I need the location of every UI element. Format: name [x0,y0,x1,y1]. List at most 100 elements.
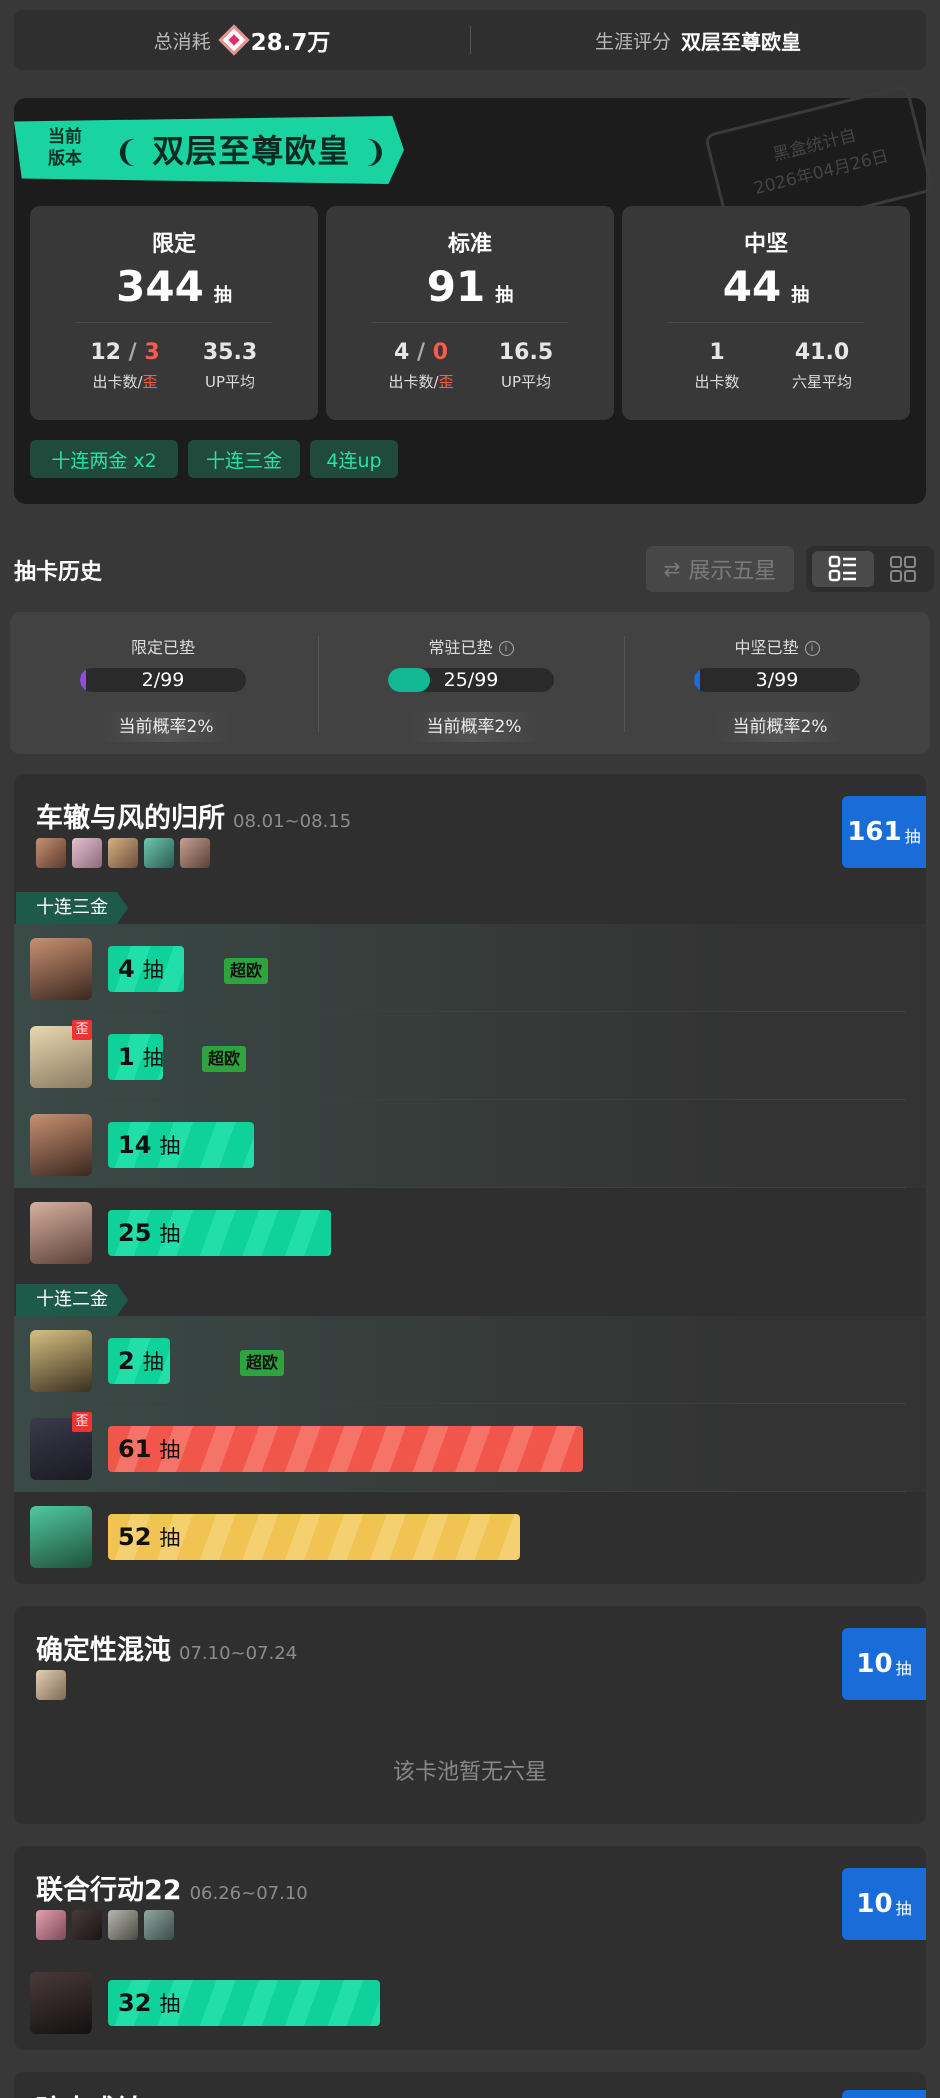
pull-row: 14 抽 [14,1100,926,1188]
pull-unit: 抽 [159,1134,181,1158]
pull-row: 歪 61 抽 [14,1404,926,1492]
cards-offrate-value: 3 [144,340,160,365]
show-five-label: 展示五星 [688,559,777,584]
pull-count: 14 [118,1131,152,1159]
pity-value: 2/99 [141,669,185,691]
badge-count: 161 [847,817,902,847]
off-banner-badge: 歪 [72,1020,92,1040]
pull-unit: 抽 [159,1992,181,2016]
pull-bar: 14 抽 [108,1122,254,1168]
pool-card[interactable]: 联合行动22 06.26~07.10 10 抽 32 抽 [14,1846,926,2050]
pool-name: 确定性混沌 07.10~07.24 [36,1628,297,1667]
show-five-star-button[interactable]: ⇄ 展示五星 [646,546,794,592]
pity-value: 25/99 [443,669,499,691]
stat-divider [76,322,272,323]
orundum-icon [218,24,250,56]
operator-avatar [108,1910,138,1940]
pity-limited: 限定已垫 2/99 当前概率2% [10,612,316,754]
operator-avatar [30,938,92,1000]
grid-view-icon [890,556,916,582]
pull-count: 2 [118,1347,135,1375]
list-view-icon [828,555,856,582]
pull-bar: 32 抽 [108,1980,380,2026]
pity-panel: 限定已垫 2/99 当前概率2% 常驻已垫 i 25/99 当前概率2% 中坚已垫… [10,612,930,754]
cards-sep: / [416,340,426,365]
cards-offrate-value: 0 [432,340,448,365]
stat-count-value: 91 [426,262,486,311]
pull-row: 4抽 超欧 [14,924,926,1012]
cards-value: 1 [709,340,725,365]
operator-avatar [36,1670,66,1700]
group-tag: 十连三金 [16,892,128,924]
pool-date: 07.10~07.24 [179,1643,298,1664]
avg-label: UP平均 [500,373,552,391]
pull-count: 25 [118,1219,152,1247]
cards-label-off: 歪 [142,373,158,391]
summary-bar: 总消耗 28.7万 生涯评分 双层至尊欧皇 [14,10,926,70]
operator-avatar [30,1114,92,1176]
cards-label-off: 歪 [438,373,454,391]
view-toggle [806,546,934,592]
off-banner-badge: 歪 [72,1412,92,1432]
badge-count: 10 [856,1889,893,1919]
cards-label: 出卡数 [92,373,138,391]
stat-cards: 4 / 0 出卡数/歪 [366,340,476,392]
pool-date: 06.26~07.10 [189,1883,308,1904]
pull-bar: 2抽 [108,1338,170,1384]
cards-label: 出卡数 [388,373,434,391]
pull-row: 25 抽 [14,1188,926,1276]
pool-card[interactable]: 确定性混沌 07.10~07.24 10 抽 该卡池暂无六星 [14,1606,926,1824]
pull-row: 52 抽 [14,1492,926,1580]
career-value: 双层至尊欧皇 [681,29,801,54]
badge-unit: 抽 [895,1899,912,1918]
operator-avatar [30,1330,92,1392]
operator-avatar [72,838,102,868]
stat-title: 中坚 [743,232,788,257]
empty-message: 该卡池暂无六星 [392,1760,547,1785]
pull-unit: 抽 [159,1438,181,1462]
pity-progress-bar: 25/99 [388,668,554,692]
version-card: 黑盒统计自 2026年04月26日 当前 版本 ❨ 双层至尊欧皇 ❩ 限定 34… [14,84,935,504]
pool-avatars [36,1910,174,1940]
info-icon[interactable]: i [804,641,820,656]
achievement-chip: 十连两金 x2 [30,440,178,478]
pity-title: 常驻已垫 [428,638,493,657]
banner-title-text: 双层至尊欧皇 [152,132,351,170]
pull-unit: 抽 [142,958,164,982]
laurel-left-icon: ❨ [114,135,141,170]
pool-card[interactable]: 琼太盛锦 10 [14,2072,926,2098]
pull-count: 52 [118,1523,152,1551]
banner-subtitle: 当前 版本 [48,127,82,169]
pity-title-wrap: 中坚已垫 i [624,634,930,658]
list-view-button[interactable] [812,551,874,587]
pull-row: 歪 1抽 超欧 [14,1012,926,1100]
avg-value: 16.5 [498,340,554,365]
operator-avatar [30,1202,92,1264]
pull-bar: 61 抽 [108,1426,583,1472]
career-score: 生涯评分 双层至尊欧皇 [470,10,926,70]
stat-count: 344 抽 [30,262,318,311]
pull-unit: 抽 [142,1350,164,1374]
pull-count: 4 [118,955,135,983]
pool-name: 琼太盛锦 [36,2088,144,2098]
pull-unit: 抽 [142,1046,164,1070]
operator-avatar [30,1972,92,2034]
stat-count: 91 抽 [326,262,614,311]
pool-card[interactable]: 车辙与风的归所 08.01~08.15 161 抽 十连三金 4抽 超欧 歪 1抽 … [14,774,926,1584]
info-icon[interactable]: i [498,641,514,656]
lucky-tag: 超欧 [240,1350,285,1376]
grid-view-button[interactable] [876,551,930,587]
pool-name-text: 联合行动22 [36,1875,182,1906]
pity-title: 限定已垫 [130,638,195,657]
career-label: 生涯评分 [594,30,671,53]
pity-progress-bar: 2/99 [80,668,246,692]
stat-divider [372,322,568,323]
pool-avatars [36,838,210,868]
pity-rate: 当前概率2% [410,712,538,742]
stat-count-unit: 抽 [495,285,514,306]
pull-bar: 52 抽 [108,1514,520,1560]
pity-value: 3/99 [755,669,799,691]
stat-count-value: 344 [116,262,204,311]
pull-count: 32 [118,1989,152,2017]
operator-avatar [108,838,138,868]
